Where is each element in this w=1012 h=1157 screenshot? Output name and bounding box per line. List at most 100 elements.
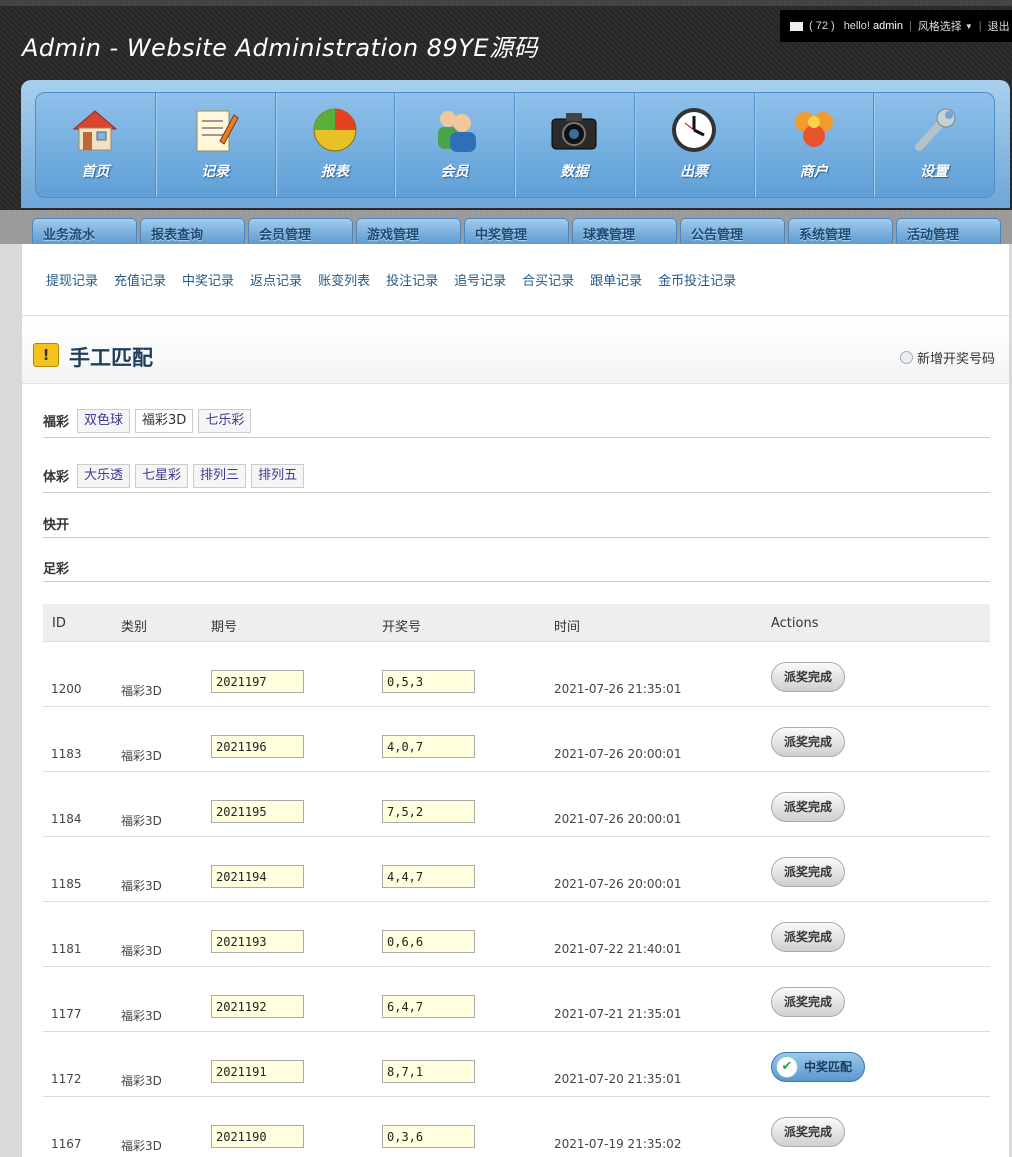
issue-input[interactable] [211, 1060, 304, 1083]
tab-member-management[interactable]: 会员管理 [248, 218, 353, 244]
row-time: 2021-07-22 21:40:01 [554, 942, 682, 956]
lottery-ssq[interactable]: 双色球 [77, 408, 131, 433]
lottery-group-quick: 快开 [43, 510, 990, 538]
issue-input[interactable] [211, 800, 304, 823]
subnav-prize-records[interactable]: 中奖记录 [182, 270, 234, 289]
tab-notice-management[interactable]: 公告管理 [680, 218, 785, 244]
tab-prize-management[interactable]: 中奖管理 [464, 218, 569, 244]
nav-item-records[interactable]: 记录 [156, 93, 276, 197]
prize-match-button[interactable]: ✔ 中奖匹配 [771, 1052, 866, 1082]
table-row: 1167 福彩3D 2021-07-19 21:35:02 派奖完成 [43, 1097, 990, 1157]
issue-input[interactable] [211, 995, 304, 1018]
payout-complete-button[interactable]: 派奖完成 [771, 922, 846, 952]
camera-icon [551, 113, 597, 150]
nav-item-merchant[interactable]: 商户 [755, 93, 875, 197]
chevron-down-icon[interactable]: ▼ [965, 22, 973, 31]
lottery-dlt[interactable]: 大乐透 [77, 463, 131, 488]
draw-numbers-input[interactable] [382, 800, 475, 823]
subnav-bet-records[interactable]: 投注记录 [386, 270, 438, 289]
nav-label: 会员 [440, 164, 469, 180]
payout-complete-button[interactable]: 派奖完成 [771, 1117, 846, 1147]
users-icon [437, 111, 476, 152]
payout-complete-button[interactable]: 派奖完成 [771, 662, 846, 692]
row-time: 2021-07-26 21:35:01 [554, 682, 682, 696]
message-count[interactable]: ( 72 ) [809, 20, 835, 32]
draw-numbers-input[interactable] [382, 930, 475, 953]
mail-icon[interactable] [790, 21, 803, 31]
nav-label: 数据 [560, 164, 589, 180]
nav-item-ticket[interactable]: 出票 [635, 93, 755, 197]
style-select[interactable]: 风格选择 [918, 18, 962, 34]
main-nav-inner: 首页 记录 报表 会员 数据 出票 商户 设置 [35, 92, 995, 198]
page-title: 手工匹配 [69, 346, 153, 370]
warning-icon: ! [33, 343, 59, 367]
nav-item-settings[interactable]: 设置 [874, 93, 994, 197]
lottery-group-sports: 体彩 大乐透 七星彩 排列三 排列五 [43, 459, 990, 493]
tab-report-query[interactable]: 报表查询 [140, 218, 245, 244]
clock-icon [672, 108, 717, 152]
nav-item-members[interactable]: 会员 [395, 93, 515, 197]
subnav-coin-bet-records[interactable]: 金币投注记录 [658, 270, 736, 289]
subnav-withdraw-records[interactable]: 提现记录 [46, 270, 98, 289]
issue-input[interactable] [211, 670, 304, 693]
wrench-icon [915, 108, 956, 151]
draw-numbers-input[interactable] [382, 670, 475, 693]
payout-complete-button[interactable]: 派奖完成 [771, 727, 846, 757]
logout-link[interactable]: 退出 [988, 18, 1010, 34]
pie-chart-icon [313, 108, 357, 152]
lottery-qlc[interactable]: 七乐彩 [198, 408, 252, 433]
lightbulb-icon [899, 351, 913, 364]
draw-numbers-input[interactable] [382, 995, 475, 1018]
subnav-follow-records[interactable]: 跟单记录 [590, 270, 642, 289]
issue-input[interactable] [211, 930, 304, 953]
tab-system-management[interactable]: 系统管理 [788, 218, 893, 244]
tab-activity-management[interactable]: 活动管理 [896, 218, 1001, 244]
row-category: 福彩3D [121, 944, 162, 958]
subnav-account-changes[interactable]: 账变列表 [318, 270, 370, 289]
add-draw-number-label: 新增开奖号码 [916, 352, 995, 367]
issue-input[interactable] [211, 1125, 304, 1148]
draw-numbers-input[interactable] [382, 865, 475, 888]
payout-complete-button[interactable]: 派奖完成 [771, 792, 846, 822]
draw-numbers-input[interactable] [382, 735, 475, 758]
nav-item-home[interactable]: 首页 [36, 93, 156, 197]
user-bar: ( 72 ) hello! admin | 风格选择 ▼ | 退出 [780, 10, 1012, 42]
draw-numbers-input[interactable] [382, 1060, 475, 1083]
row-time: 2021-07-21 21:35:01 [554, 1007, 682, 1021]
subnav-rebate-records[interactable]: 返点记录 [250, 270, 302, 289]
lottery-fc3d[interactable]: 福彩3D [135, 408, 194, 433]
row-category: 福彩3D [121, 1009, 162, 1023]
payout-complete-button[interactable]: 派奖完成 [771, 987, 846, 1017]
nav-item-data[interactable]: 数据 [515, 93, 635, 197]
lottery-pl3[interactable]: 排列三 [193, 463, 247, 488]
payout-complete-button[interactable]: 派奖完成 [771, 857, 846, 887]
user-name[interactable]: admin [873, 20, 903, 32]
tab-business-flow[interactable]: 业务流水 [32, 218, 137, 244]
tab-game-management[interactable]: 游戏管理 [356, 218, 461, 244]
row-time: 2021-07-20 21:35:01 [554, 1072, 682, 1086]
add-draw-number-link[interactable]: 新增开奖号码 [899, 348, 995, 367]
row-id: 1172 [51, 1072, 82, 1086]
site-title: Admin - Website Administration 89YE源码 [22, 34, 539, 62]
tab-match-management[interactable]: 球赛管理 [572, 218, 677, 244]
column-header-issue: 期号 [211, 620, 238, 635]
lottery-pl5[interactable]: 排列五 [251, 463, 305, 488]
issue-input[interactable] [211, 735, 304, 758]
table-row: 1172 福彩3D 2021-07-20 21:35:01 ✔ 中奖匹配 [43, 1032, 990, 1097]
check-icon: ✔ [776, 1056, 798, 1078]
home-icon [73, 110, 118, 151]
column-header-numbers: 开奖号 [382, 620, 422, 635]
subnav-deposit-records[interactable]: 充值记录 [114, 270, 166, 289]
row-time: 2021-07-26 20:00:01 [554, 812, 682, 826]
table-row: 1181 福彩3D 2021-07-22 21:40:01 派奖完成 [43, 902, 990, 967]
issue-input[interactable] [211, 865, 304, 888]
draw-numbers-input[interactable] [382, 1125, 475, 1148]
subnav-chase-records[interactable]: 追号记录 [454, 270, 506, 289]
row-id: 1181 [51, 942, 82, 956]
lottery-qxc[interactable]: 七星彩 [135, 463, 189, 488]
nav-item-reports[interactable]: 报表 [276, 93, 396, 197]
subnav-group-buy-records[interactable]: 合买记录 [522, 270, 574, 289]
column-header-actions: Actions [771, 616, 819, 631]
nav-label: 报表 [320, 164, 349, 180]
column-header-category: 类别 [121, 620, 148, 635]
